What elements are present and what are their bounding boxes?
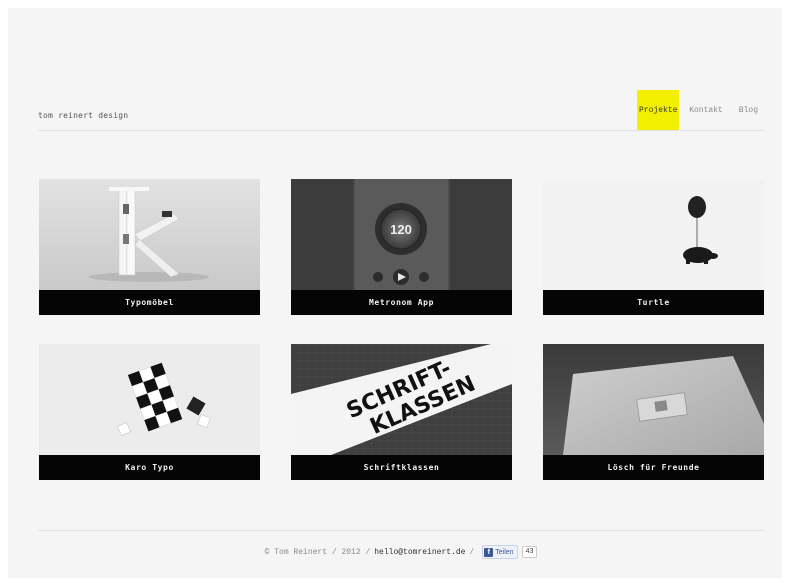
facebook-icon: f xyxy=(484,547,494,557)
project-tile-turtle[interactable]: Turtle xyxy=(543,179,764,315)
loesch-thumbnail xyxy=(543,344,764,455)
project-caption: Karo Typo xyxy=(39,455,260,480)
metronom-thumbnail: 120 xyxy=(291,179,512,290)
copyright-text: © Tom Reinert / 2012 / xyxy=(264,547,371,557)
nav-blog[interactable]: Blog xyxy=(733,90,764,130)
site-header: tom reinert design Projekte Kontakt Blog xyxy=(38,90,764,131)
email-link[interactable]: hello@tomreinert.de xyxy=(374,548,465,557)
project-tile-karo-typo[interactable]: Karo Typo xyxy=(39,344,260,480)
karo-typo-thumbnail xyxy=(39,344,260,455)
turtle-thumbnail xyxy=(543,179,764,290)
project-caption: Schriftklassen xyxy=(291,455,512,480)
nav-kontakt[interactable]: Kontakt xyxy=(683,90,729,130)
schriftklassen-thumbnail: SCHRIFT- KLASSEN xyxy=(291,344,512,455)
facebook-share-button[interactable]: f Teilen xyxy=(482,545,518,559)
tempo-readout: 120 xyxy=(390,222,412,237)
project-caption: Typomöbel xyxy=(39,290,260,315)
typomoebel-thumbnail xyxy=(39,179,260,290)
project-caption: Turtle xyxy=(543,290,764,315)
project-caption: Lösch für Freunde xyxy=(543,455,764,480)
site-brand[interactable]: tom reinert design xyxy=(38,111,128,120)
footer-line: © Tom Reinert / 2012 / hello@tomreinert.… xyxy=(38,545,764,559)
page: tom reinert design Projekte Kontakt Blog xyxy=(8,8,782,578)
footer-separator: / xyxy=(469,547,475,557)
site-footer: © Tom Reinert / 2012 / hello@tomreinert.… xyxy=(38,530,764,559)
main-nav: Projekte Kontakt Blog xyxy=(637,90,764,130)
project-tile-schriftklassen[interactable]: SCHRIFT- KLASSEN Schriftklassen xyxy=(291,344,512,480)
project-caption: Metronom App xyxy=(291,290,512,315)
project-tile-loesch-fuer-freunde[interactable]: Lösch für Freunde xyxy=(543,344,764,480)
share-count: 43 xyxy=(521,546,538,558)
project-tile-typomoebel[interactable]: Typomöbel xyxy=(39,179,260,315)
nav-projekte[interactable]: Projekte xyxy=(637,90,680,130)
project-tile-metronom-app[interactable]: 120 Metronom App xyxy=(291,179,512,315)
share-label: Teilen xyxy=(495,548,514,556)
